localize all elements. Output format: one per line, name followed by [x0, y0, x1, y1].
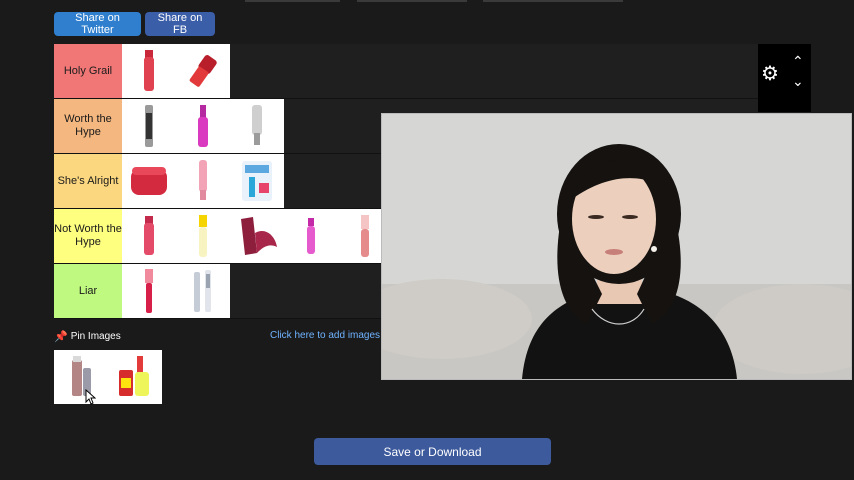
product-item[interactable]: [108, 350, 162, 404]
tier-label[interactable]: Liar: [54, 264, 122, 318]
mouse-cursor-icon: [84, 388, 97, 410]
tier-items: [122, 264, 230, 318]
tier-items: [122, 99, 284, 153]
tier-label[interactable]: Worth the Hype: [54, 99, 122, 153]
product-item[interactable]: [176, 154, 230, 208]
product-item[interactable]: [122, 99, 176, 153]
chevron-up-icon[interactable]: ⌃: [792, 54, 804, 68]
product-item[interactable]: [122, 209, 176, 263]
tier-row-holy-grail: Holy Grail: [54, 44, 811, 99]
tier-items: [122, 44, 230, 98]
top-divider: [357, 0, 467, 2]
product-item[interactable]: [54, 350, 108, 404]
share-twitter-button[interactable]: Share on Twitter: [54, 12, 141, 36]
product-item[interactable]: [176, 209, 230, 263]
webcam-overlay: [381, 113, 852, 380]
tier-label[interactable]: Not Worth the Hype: [54, 209, 122, 263]
product-item[interactable]: [284, 209, 338, 263]
product-item[interactable]: [176, 44, 230, 98]
top-divider: [483, 0, 623, 2]
product-item[interactable]: [230, 99, 284, 153]
pin-images-label: 📌 Pin Images: [54, 330, 121, 343]
gear-icon[interactable]: ⚙: [761, 61, 779, 86]
product-item[interactable]: [176, 99, 230, 153]
settings-panel: ⚙ ⌃ ⌄: [758, 44, 811, 112]
share-fb-button[interactable]: Share on FB: [145, 12, 215, 36]
tier-items: [122, 209, 392, 263]
top-divider: [245, 0, 340, 2]
tier-items: [122, 154, 284, 208]
chevron-down-icon[interactable]: ⌄: [792, 74, 804, 88]
product-item[interactable]: [176, 264, 230, 318]
pinned-images: [54, 350, 162, 404]
tier-label[interactable]: Holy Grail: [54, 44, 122, 98]
webcam-image: [382, 114, 851, 379]
product-item[interactable]: [230, 209, 284, 263]
tier-label[interactable]: She's Alright: [54, 154, 122, 208]
pin-icon: 📌: [54, 331, 68, 343]
product-item[interactable]: [122, 44, 176, 98]
pin-images-text: Pin Images: [70, 331, 121, 342]
product-item[interactable]: [122, 154, 176, 208]
save-or-download-button[interactable]: Save or Download: [314, 438, 551, 465]
add-images-link[interactable]: Click here to add images: [270, 330, 380, 341]
product-item[interactable]: [230, 154, 284, 208]
product-item[interactable]: [122, 264, 176, 318]
